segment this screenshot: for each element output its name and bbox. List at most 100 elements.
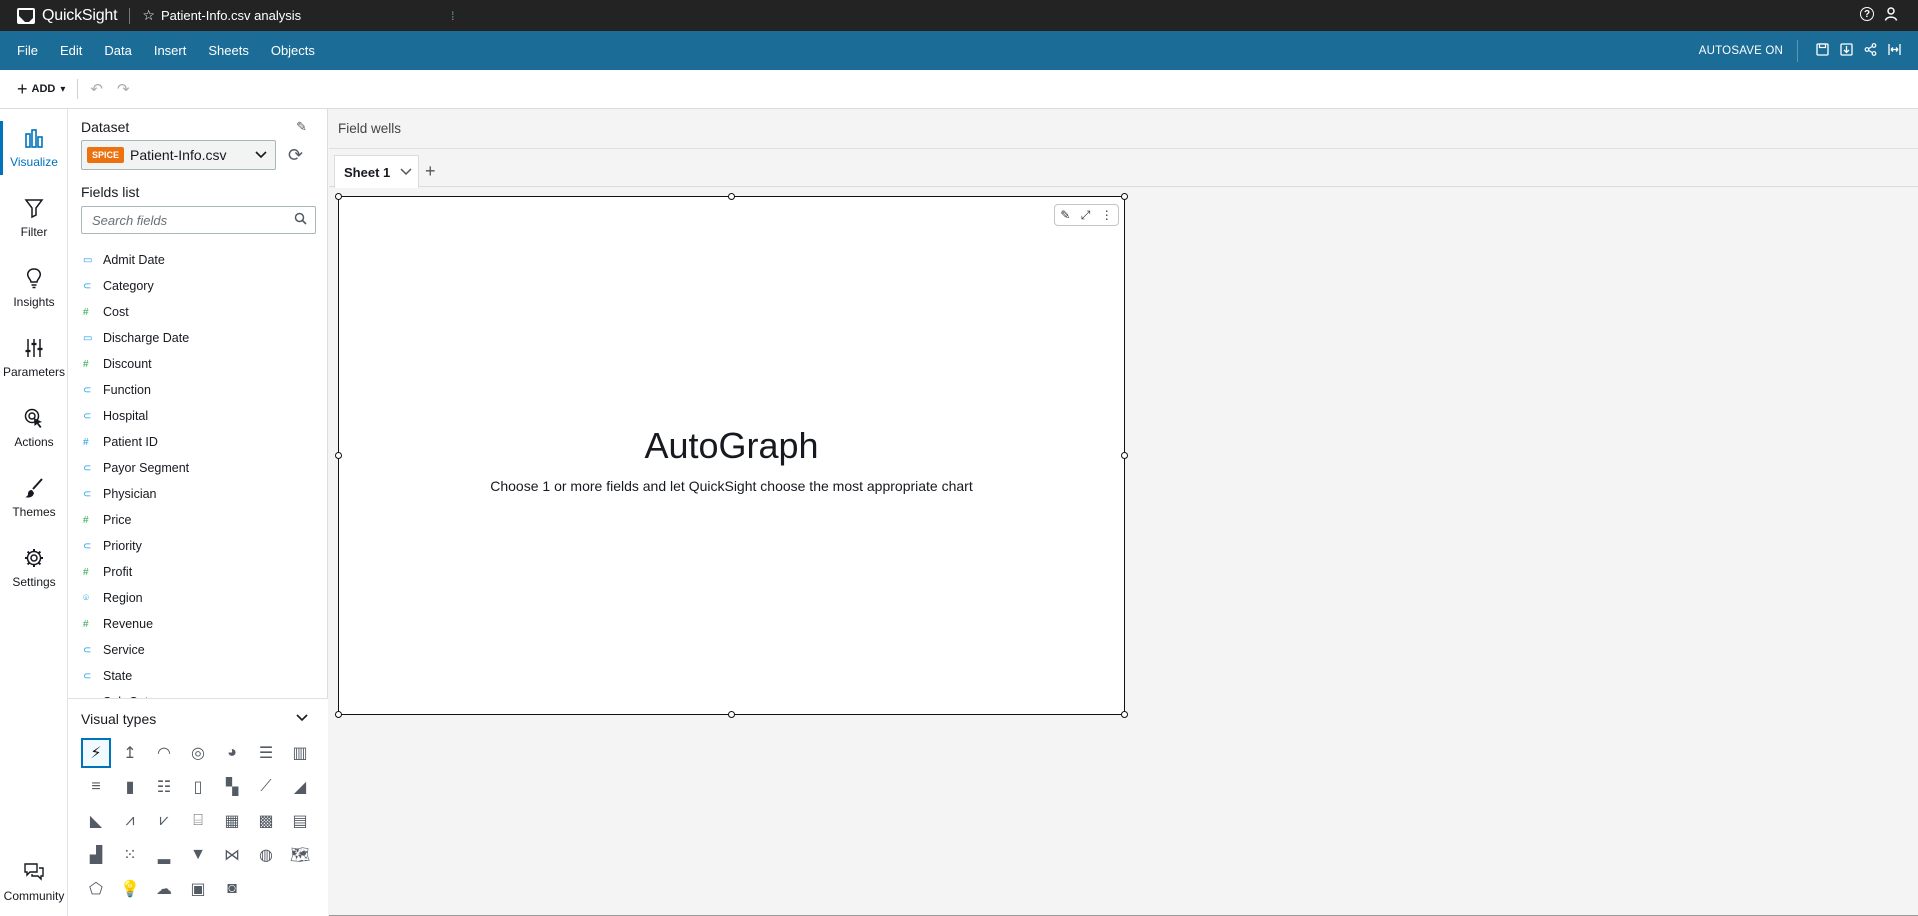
sankey-icon[interactable]: ⋈ (217, 840, 247, 870)
tab-sheet-1[interactable]: Sheet 1 (334, 155, 419, 188)
field-item[interactable]: # Revenue (81, 611, 316, 637)
field-wells[interactable]: Field wells (329, 109, 1918, 149)
rail-community[interactable]: Community (0, 861, 68, 903)
field-item[interactable]: # Profit (81, 559, 316, 585)
map-icon[interactable]: 🗺 (285, 840, 315, 870)
rail-visualize[interactable]: Visualize (0, 121, 68, 175)
stacked-horizontal-bar-icon[interactable]: ≡ (81, 772, 111, 802)
radar-chart-icon[interactable]: ◍ (251, 840, 281, 870)
pivot-table-icon[interactable]: ▩ (251, 806, 281, 836)
horizontal-bar-icon[interactable]: ☰ (251, 738, 281, 768)
heat-map-icon[interactable]: ▤ (285, 806, 315, 836)
field-item[interactable]: ▭ Discharge Date (81, 325, 316, 351)
funnel-icon[interactable]: ▼ (183, 840, 213, 870)
fit-width-icon[interactable] (1882, 43, 1906, 59)
waterfall-icon[interactable]: ▚ (217, 772, 247, 802)
chevron-down-icon[interactable] (400, 165, 412, 179)
menu-sheets[interactable]: Sheets (197, 43, 259, 58)
field-item[interactable]: # Discount (81, 351, 316, 377)
stacked-100-horizontal-bar-icon[interactable]: ☷ (149, 772, 179, 802)
kpi-icon[interactable]: ↥ (115, 738, 145, 768)
histogram-icon[interactable]: ▂ (149, 840, 179, 870)
export-icon[interactable] (1834, 42, 1858, 59)
dataset-heading: Dataset (81, 119, 130, 135)
field-item[interactable]: ⌾ Region (81, 585, 316, 611)
rail-parameters[interactable]: Parameters (0, 337, 68, 379)
refresh-icon[interactable]: ⟳ (288, 145, 303, 166)
field-item[interactable]: ⊂ Function (81, 377, 316, 403)
search-fields-input[interactable] (92, 212, 282, 228)
rail-settings[interactable]: Settings (0, 547, 68, 589)
menu-insert[interactable]: Insert (143, 43, 198, 58)
filled-map-icon[interactable]: ⬠ (81, 874, 111, 904)
area-chart-icon[interactable]: ◣ (81, 806, 111, 836)
menu-data[interactable]: Data (93, 43, 142, 58)
analysis-title[interactable]: Patient-Info.csv analysis (161, 8, 301, 23)
field-item[interactable]: ⊂ Payor Segment (81, 455, 316, 481)
resize-handle[interactable] (728, 711, 735, 718)
autograph-visual[interactable]: ✎ ⤢ ⋮ AutoGraph Choose 1 or more fields … (335, 193, 1128, 718)
resize-handle[interactable] (728, 193, 735, 200)
stacked-vertical-bar-icon[interactable]: ▯ (183, 772, 213, 802)
field-item[interactable]: ⊂ Physician (81, 481, 316, 507)
field-item[interactable]: ⊂ Hospital (81, 403, 316, 429)
field-item[interactable]: ⊂ Priority (81, 533, 316, 559)
vertical-bar-icon[interactable]: ▥ (285, 738, 315, 768)
scatter-plot-icon[interactable]: ⁙ (115, 840, 145, 870)
autograph-lightning-icon[interactable]: ⚡ (81, 738, 111, 768)
rail-themes[interactable]: Themes (0, 477, 68, 519)
image-icon[interactable]: ▣ (183, 874, 213, 904)
favorite-star-icon[interactable]: ☆ (142, 7, 155, 24)
pie-chart-icon[interactable]: ◕ (217, 738, 247, 768)
clustered-bar-icon[interactable]: ▮ (115, 772, 145, 802)
rail-actions[interactable]: Actions (0, 407, 68, 449)
custom-visual-icon[interactable]: ◙ (217, 874, 247, 904)
title-divider (129, 7, 131, 24)
insight-icon[interactable]: 💡 (115, 874, 145, 904)
user-icon[interactable] (1884, 7, 1898, 24)
rail-insights[interactable]: Insights (0, 267, 68, 309)
dataset-select[interactable]: SPICE Patient-Info.csv (81, 140, 276, 170)
field-item[interactable]: ⊂ State (81, 663, 316, 689)
gauge-icon[interactable]: ◠ (149, 738, 179, 768)
field-item[interactable]: ⊂ Category (81, 273, 316, 299)
expand-icon[interactable]: ⤢ (1081, 208, 1091, 223)
add-button[interactable]: + ADD ▾ (17, 80, 65, 98)
edit-dataset-pencil-icon[interactable]: ✎ (296, 119, 307, 135)
combo-chart-icon[interactable]: ⩘ (115, 806, 145, 836)
menu-objects[interactable]: Objects (260, 43, 326, 58)
resize-handle[interactable] (1121, 193, 1128, 200)
menu-file[interactable]: File (6, 43, 49, 58)
field-item[interactable]: # Patient ID (81, 429, 316, 455)
box-plot-icon[interactable]: ⌸ (183, 806, 213, 836)
save-icon[interactable] (1810, 42, 1834, 59)
field-item[interactable]: # Cost (81, 299, 316, 325)
menu-divider (1797, 39, 1798, 62)
table-icon[interactable]: ▦ (217, 806, 247, 836)
line-chart-icon[interactable]: ⟋ (251, 772, 281, 802)
edit-visual-pencil-icon[interactable]: ✎ (1060, 208, 1070, 222)
resize-handle[interactable] (1121, 711, 1128, 718)
field-item[interactable]: ⊂ Service (81, 637, 316, 663)
more-options-icon[interactable]: ⋮ (1101, 208, 1113, 222)
word-cloud-icon[interactable]: ☁ (149, 874, 179, 904)
area-line-icon[interactable]: ◢ (285, 772, 315, 802)
search-icon[interactable] (294, 212, 307, 228)
redo-icon[interactable]: ↷ (117, 80, 130, 98)
field-item[interactable]: # Price (81, 507, 316, 533)
help-icon[interactable]: ? (1860, 7, 1874, 21)
quicksight-logo[interactable]: QuickSight (17, 7, 118, 25)
share-icon[interactable] (1858, 42, 1882, 59)
add-sheet-plus-icon[interactable]: + (425, 161, 436, 182)
donut-chart-icon[interactable]: ◎ (183, 738, 213, 768)
autosave-status[interactable]: AUTOSAVE ON (1699, 45, 1783, 57)
menu-edit[interactable]: Edit (49, 43, 93, 58)
chevron-down-icon[interactable] (296, 711, 308, 725)
field-item[interactable]: ▭ Admit Date (81, 247, 316, 273)
resize-handle[interactable] (335, 193, 342, 200)
tree-map-icon[interactable]: ▟ (81, 840, 111, 870)
combo-line-bar-icon[interactable]: ⩗ (149, 806, 179, 836)
rail-filter[interactable]: Filter (0, 197, 68, 239)
resize-handle[interactable] (335, 711, 342, 718)
undo-icon[interactable]: ↶ (90, 80, 103, 98)
